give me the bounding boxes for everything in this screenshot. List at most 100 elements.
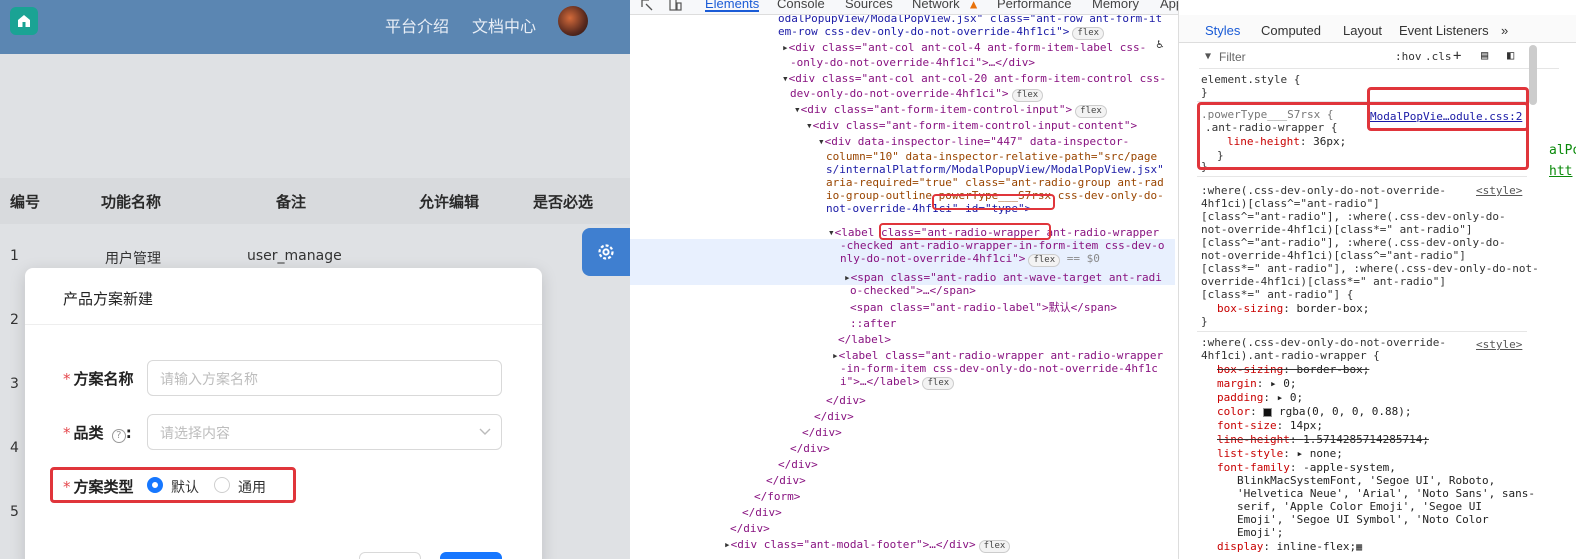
dom-line[interactable]: ▾<div class="ant-form-item-control-input… xyxy=(794,103,1107,118)
cancel-button[interactable] xyxy=(359,552,421,559)
app-logo[interactable] xyxy=(10,7,38,35)
nav-platform-intro[interactable]: 平台介绍 xyxy=(385,13,449,37)
margin-decl[interactable]: margin: ▸ 0; xyxy=(1217,377,1297,390)
tab-computed[interactable]: Computed xyxy=(1261,23,1321,38)
dom-line[interactable]: column="10" data-inspector-relative-path… xyxy=(826,150,1157,163)
radio-rule-selector[interactable]: override-4hf1ci)[class*=" ant-radio"] xyxy=(1201,275,1446,288)
tab-styles[interactable]: Styles xyxy=(1205,23,1240,38)
category-select[interactable]: 请选择内容 xyxy=(147,414,502,450)
dom-line[interactable]: </form> xyxy=(754,490,800,503)
dom-line[interactable]: ▾<div class="ant-form-item-control-input… xyxy=(806,119,1137,132)
tab-sources[interactable]: Sources xyxy=(845,0,893,11)
row-id: 2 xyxy=(10,312,19,328)
question-icon[interactable]: ? xyxy=(111,429,126,443)
wrapper-rule-selector[interactable]: 4hf1ci).ant-radio-wrapper { xyxy=(1201,349,1380,362)
sidebar-toggle-icon[interactable]: ◧ xyxy=(1507,48,1514,62)
dom-line[interactable]: </div> xyxy=(790,442,830,455)
settings-button[interactable] xyxy=(582,228,630,276)
box-sizing-decl[interactable]: box-sizing: border-box; xyxy=(1217,302,1369,315)
dom-line[interactable]: ▸<div class="ant-modal-footer">…</div> fl… xyxy=(724,538,1011,553)
filter-input[interactable]: Filter xyxy=(1219,50,1246,64)
wrapper-rule-selector[interactable]: :where(.css-dev-only-do-not-override- xyxy=(1201,336,1446,349)
tab-event-listeners[interactable]: Event Listeners xyxy=(1399,23,1489,38)
tab-elements[interactable]: Elements xyxy=(705,0,760,12)
scrollbar[interactable] xyxy=(1529,45,1537,105)
accessibility-icon[interactable]: ♿ xyxy=(1152,37,1168,53)
radio-rule-selector[interactable]: [class*=" ant-radio"] { xyxy=(1201,288,1353,301)
confirm-button[interactable] xyxy=(440,552,502,559)
tab-console[interactable]: Console xyxy=(777,0,825,11)
more-tabs-icon[interactable]: » xyxy=(1501,23,1508,38)
highlight-selected-class xyxy=(879,223,1051,240)
tab-memory[interactable]: Memory xyxy=(1092,0,1139,11)
nav-docs-center[interactable]: 文档中心 xyxy=(472,13,536,37)
radio-rule-selector[interactable]: :where(.css-dev-only-do-not-override- xyxy=(1201,184,1446,197)
padding-decl[interactable]: padding: ▸ 0; xyxy=(1217,391,1303,404)
font-family-value: BlinkMacSystemFont, 'Segoe UI', Roboto, xyxy=(1237,474,1496,487)
color-decl[interactable]: color: rgba(0, 0, 0, 0.88); xyxy=(1217,405,1411,418)
tab-network[interactable]: Network xyxy=(912,0,960,11)
radio-rule-selector[interactable]: [class^="ant-radio"], :where(.css-dev-on… xyxy=(1201,210,1506,223)
tab-performance[interactable]: Performance xyxy=(997,0,1071,11)
dom-line[interactable]: <span class="ant-radio-label">默认</span> xyxy=(850,301,1117,314)
paint-icon[interactable]: ▤ xyxy=(1481,48,1488,62)
dom-line[interactable]: </label> xyxy=(838,333,891,346)
dom-line[interactable]: em-row css-dev-only-do-not-override-4hf1… xyxy=(778,25,1105,40)
dom-line[interactable]: ::after xyxy=(850,317,896,330)
inspect-icon[interactable] xyxy=(640,0,654,12)
dom-line[interactable]: dev-only-do-not-override-4hf1ci"> flex xyxy=(790,87,1044,102)
dom-line[interactable]: ▸<span class="ant-radio ant-wave-target … xyxy=(844,271,1162,284)
font-family-decl[interactable]: font-family: -apple-system, xyxy=(1217,461,1396,474)
modal-title: 产品方案新建 xyxy=(63,290,154,308)
dom-line[interactable]: i">…</label> flex xyxy=(840,375,955,390)
dom-line[interactable]: ▾<div class="ant-col ant-col-20 ant-form… xyxy=(782,72,1166,85)
dom-line[interactable]: -checked ant-radio-wrapper-in-form-item … xyxy=(840,239,1165,252)
dom-line[interactable]: </div> xyxy=(814,410,854,423)
dom-line[interactable]: -only-do-not-override-4hf1ci">…</div> xyxy=(790,56,1035,69)
avatar[interactable] xyxy=(558,6,588,36)
color-swatch[interactable] xyxy=(1263,407,1273,417)
display-decl[interactable]: display: inline-flex;▦ xyxy=(1217,540,1362,554)
dom-line[interactable]: s/internalPlatform/ModalPopupView/ModalP… xyxy=(826,163,1164,176)
struck-decl[interactable]: line-height: 1.5714285714285714; xyxy=(1217,433,1429,446)
add-rule-icon[interactable]: + xyxy=(1453,48,1461,64)
radio-rule-selector[interactable]: not-override-4hf1ci)[class^="ant-radio"] xyxy=(1201,249,1466,262)
dom-line[interactable]: </div> xyxy=(802,426,842,439)
list-style-decl[interactable]: list-style: ▸ none; xyxy=(1217,447,1343,460)
row-name: 用户管理 xyxy=(105,251,161,267)
radio-rule-selector[interactable]: 4hf1ci)[class^="ant-radio"] xyxy=(1201,197,1380,210)
dom-line[interactable]: o-checked">…</span> xyxy=(850,284,976,297)
style-tag-link[interactable]: <style> xyxy=(1476,184,1522,197)
dom-line[interactable]: </div> xyxy=(742,506,782,519)
struck-decl[interactable]: box-sizing: border-box; xyxy=(1217,363,1369,376)
style-tag-link[interactable]: <style> xyxy=(1476,338,1522,351)
device-toggle-icon[interactable] xyxy=(668,0,682,12)
radio-rule-selector[interactable]: [class*=" ant-radio"], :where(.css-dev-o… xyxy=(1201,262,1539,275)
dom-line[interactable]: ▸<label class="ant-radio-wrapper ant-rad… xyxy=(832,349,1163,362)
plan-name-input[interactable]: 请输入方案名称 xyxy=(147,360,502,396)
radio-rule-selector[interactable]: [class^="ant-radio"], :where(.css-dev-on… xyxy=(1201,236,1506,249)
hov-toggle[interactable]: :hov xyxy=(1395,50,1422,63)
dom-line[interactable]: -in-form-item css-dev-only-do-not-overri… xyxy=(840,362,1158,375)
dom-line[interactable]: aria-required="true" class="ant-radio-gr… xyxy=(826,176,1164,189)
dom-line[interactable]: odalPopupView/ModalPopView.jsx" class="a… xyxy=(778,15,1162,25)
dom-line[interactable]: </div> xyxy=(766,474,806,487)
radio-rule-selector[interactable]: not-override-4hf1ci)[class*=" ant-radio"… xyxy=(1201,223,1473,236)
dom-line[interactable]: ▸<div class="ant-col ant-col-4 ant-form-… xyxy=(782,41,1146,54)
dom-line[interactable]: </div> xyxy=(730,522,770,535)
tab-layout[interactable]: Layout xyxy=(1343,23,1382,38)
dom-line[interactable]: </div> xyxy=(826,394,866,407)
flex-editor-icon[interactable]: ▦ xyxy=(1356,542,1362,553)
elements-tree: ♿ odalPopupView/ModalPopView.jsx" class=… xyxy=(630,15,1175,559)
cls-toggle[interactable]: .cls xyxy=(1425,50,1452,63)
font-family-value: Emoji'; xyxy=(1237,526,1284,539)
dom-line[interactable]: </div> xyxy=(778,458,818,471)
styles-filter[interactable]: ▼ Filter :hov .cls + ▤ ◧ xyxy=(1199,47,1559,69)
font-family-value: 'Helvetica Neue', 'Arial', 'Noto Sans', … xyxy=(1237,487,1536,500)
dom-line[interactable]: ▾<div data-inspector-line="447" data-ins… xyxy=(818,135,1129,148)
divider xyxy=(25,324,542,325)
dom-line[interactable]: nly-do-not-override-4hf1ci"> flex == $0 xyxy=(840,252,1100,267)
font-size-decl[interactable]: font-size: 14px; xyxy=(1217,419,1323,432)
col-required: 是否必选 xyxy=(533,193,594,211)
element-style-rule[interactable]: element.style { xyxy=(1201,73,1300,86)
